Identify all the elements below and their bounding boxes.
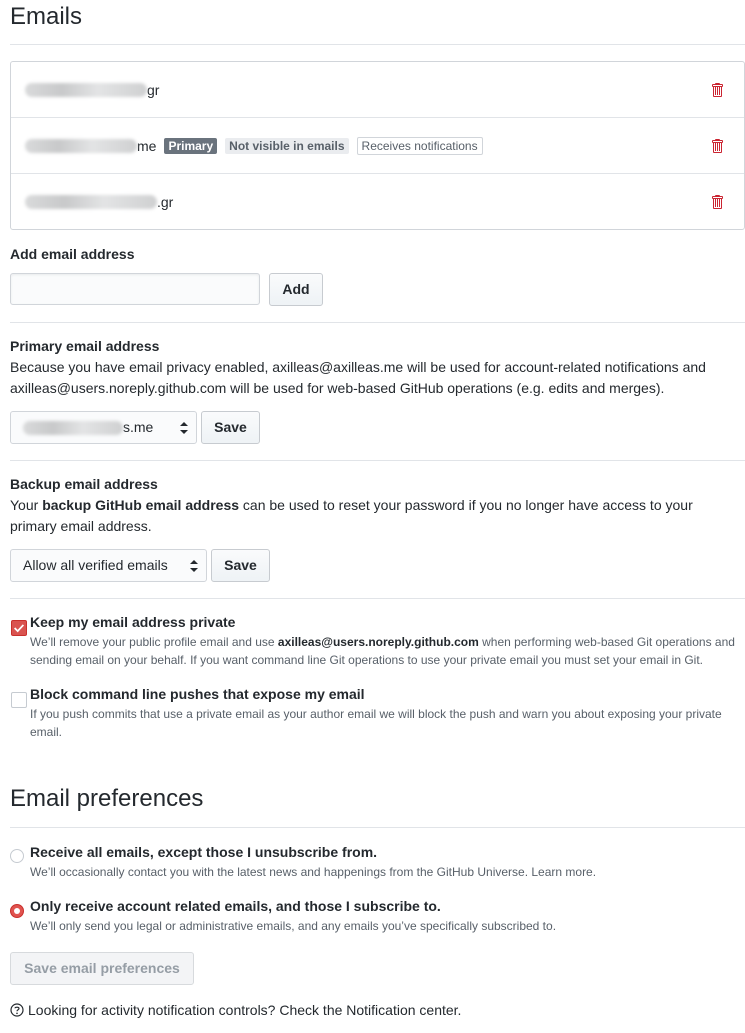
email-row: me Primary Not visible in emails Receive… <box>11 117 744 173</box>
select-arrows-icon <box>190 560 198 572</box>
email-address: me <box>25 138 156 154</box>
emails-heading: Emails <box>10 3 83 30</box>
account-only-label[interactable]: Only receive account related emails, and… <box>30 898 441 914</box>
primary-email-label: Primary email address <box>10 338 160 354</box>
redacted-text <box>25 138 137 153</box>
add-email-input[interactable] <box>10 273 260 305</box>
save-primary-email-button[interactable]: Save <box>201 411 260 444</box>
receive-all-radio[interactable] <box>10 849 24 863</box>
keep-private-checkbox[interactable] <box>11 620 27 636</box>
divider <box>10 44 745 45</box>
backup-email-label: Backup email address <box>10 476 158 492</box>
block-pushes-note: If you push commits that use a private e… <box>30 707 722 739</box>
primary-badge: Primary <box>164 137 218 154</box>
save-email-preferences-button[interactable]: Save email preferences <box>10 952 194 985</box>
notification-footer: Looking for activity notification contro… <box>10 1002 461 1018</box>
check-icon <box>14 624 25 633</box>
add-email-label: Add email address <box>10 246 135 262</box>
trash-icon[interactable] <box>710 138 724 154</box>
email-address: gr <box>25 82 159 98</box>
not-visible-badge: Not visible in emails <box>225 137 349 154</box>
email-preferences-heading: Email preferences <box>10 785 204 812</box>
backup-email-select[interactable]: Allow all verified emails <box>10 549 207 582</box>
email-address: .gr <box>25 194 173 210</box>
email-suffix: gr <box>147 81 160 98</box>
divider <box>10 598 745 599</box>
email-list: gr me Primary Not visible in emails Rece… <box>10 61 745 230</box>
divider <box>10 827 745 828</box>
email-row: gr <box>11 62 744 117</box>
email-row: .gr <box>11 173 744 229</box>
email-suffix: me <box>137 137 157 154</box>
keep-private-note: We’ll remove your public profile email a… <box>30 635 735 667</box>
primary-email-select[interactable]: s.me <box>10 411 197 444</box>
notification-footer-text[interactable]: Looking for activity notification contro… <box>28 1002 461 1018</box>
primary-email-description: Because you have email privacy enabled, … <box>10 359 706 396</box>
redacted-text <box>25 194 157 209</box>
question-icon <box>10 1003 24 1017</box>
receive-all-note: We’ll occasionally contact you with the … <box>30 865 597 879</box>
divider <box>10 460 745 461</box>
receives-notifications-badge: Receives notifications <box>356 136 483 155</box>
account-only-radio[interactable] <box>10 904 24 918</box>
email-suffix: .gr <box>157 193 174 210</box>
select-value: s.me <box>123 419 154 435</box>
select-arrows-icon <box>180 422 188 434</box>
account-only-note: We’ll only send you legal or administrat… <box>30 919 557 933</box>
add-email-button[interactable]: Add <box>269 273 323 306</box>
trash-icon[interactable] <box>710 194 724 210</box>
keep-private-label[interactable]: Keep my email address private <box>30 614 235 630</box>
redacted-text <box>23 421 123 436</box>
select-value: Allow all verified emails <box>23 557 168 573</box>
receive-all-label[interactable]: Receive all emails, except those I unsub… <box>30 844 377 860</box>
trash-icon[interactable] <box>710 82 724 98</box>
block-pushes-checkbox[interactable] <box>11 692 27 708</box>
redacted-text <box>25 82 147 97</box>
backup-email-description: Your backup GitHub email address can be … <box>10 497 693 534</box>
divider <box>10 322 745 323</box>
save-backup-email-button[interactable]: Save <box>211 549 270 582</box>
block-pushes-label[interactable]: Block command line pushes that expose my… <box>30 686 365 702</box>
